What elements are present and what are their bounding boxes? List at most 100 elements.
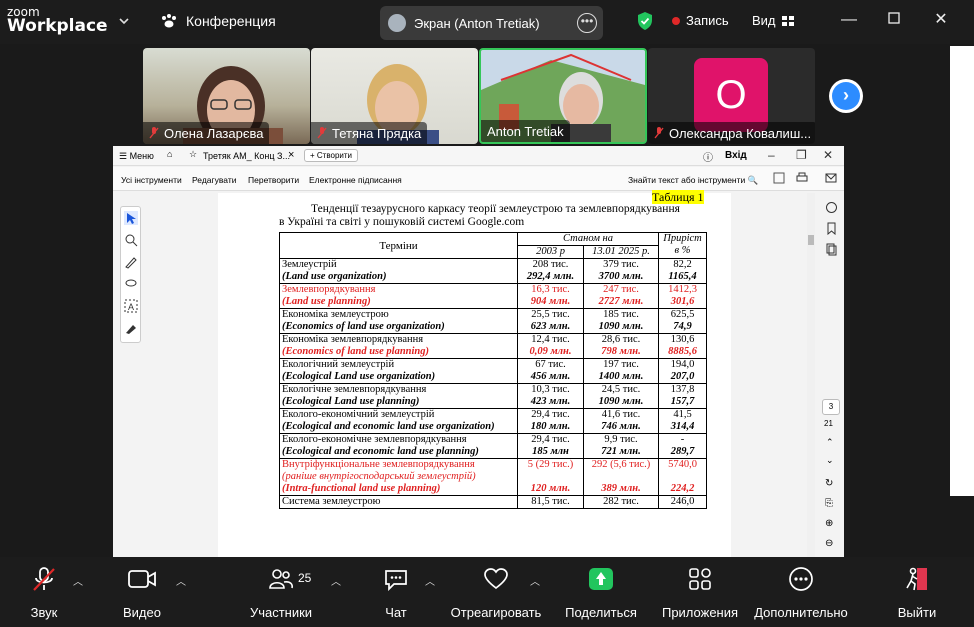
- page-up-icon[interactable]: ⌃: [826, 437, 834, 448]
- value-top: 24,5 тис.: [601, 384, 641, 395]
- login-button[interactable]: Вхід: [725, 150, 747, 161]
- stamp-tool-icon[interactable]: [124, 321, 138, 335]
- participant-tile-active[interactable]: Anton Tretiak: [479, 48, 647, 144]
- share-button[interactable]: Поделиться: [563, 565, 639, 620]
- vertical-scrollbar[interactable]: [807, 193, 815, 557]
- lasso-tool-icon[interactable]: [124, 277, 138, 291]
- page-down-icon[interactable]: ⌄: [826, 455, 834, 466]
- bookmark-icon[interactable]: [825, 222, 838, 235]
- apps-button[interactable]: Приложения: [659, 565, 741, 620]
- shared-screen[interactable]: ☰ Меню ⌂ ☆ Третяк АМ_ Конц З... × + Ство…: [113, 146, 844, 557]
- participant-name-tag: Олександра Ковалиш...: [648, 122, 815, 144]
- next-page-button[interactable]: ›: [829, 79, 863, 113]
- participant-tile[interactable]: Олена Лазарєва: [143, 48, 310, 144]
- zoom-in-icon[interactable]: ⊕: [825, 518, 833, 529]
- find-field[interactable]: Знайти текст або інструменти 🔍: [628, 175, 758, 186]
- chat-button[interactable]: Чат: [378, 565, 414, 620]
- new-tab-button[interactable]: + Створити: [304, 149, 359, 162]
- scroll-thumb[interactable]: [808, 235, 814, 245]
- recording-indicator[interactable]: Запись: [672, 13, 729, 28]
- menu-button[interactable]: ☰ Меню: [119, 151, 154, 162]
- print-icon[interactable]: [796, 172, 808, 184]
- view-menu[interactable]: Вид: [752, 13, 794, 28]
- pages-icon[interactable]: [825, 243, 838, 256]
- conference-menu[interactable]: Конференция: [160, 13, 276, 29]
- zoom-out-icon[interactable]: ⊖: [825, 538, 833, 549]
- heading-line1: Тенденції тезаурусного каркасу теорії зе…: [311, 203, 680, 215]
- video-label: Видео: [123, 605, 161, 620]
- value-bottom: 3700 млн.: [598, 271, 644, 282]
- home-icon[interactable]: ⌂: [167, 149, 172, 159]
- video-button[interactable]: Видео: [117, 565, 167, 620]
- select-tool-icon[interactable]: [124, 211, 138, 225]
- close-tab-icon[interactable]: ×: [288, 149, 294, 161]
- growth-cell: 5740,0 224,2: [658, 458, 707, 496]
- page-number-input[interactable]: 3: [822, 399, 840, 415]
- value-top: 130,6: [670, 334, 695, 345]
- leave-button[interactable]: Выйти: [893, 565, 941, 620]
- table-row: Еколого-економічний землеустрій (Ecologic…: [279, 408, 707, 434]
- growth-cell: 82,2 1165,4: [658, 258, 707, 284]
- chat-options-caret[interactable]: ︿: [425, 573, 435, 588]
- value-bottom: 623 млн.: [530, 321, 571, 332]
- document-tab[interactable]: Третяк АМ_ Конц З...: [203, 151, 290, 161]
- value-top: 5740,0: [668, 459, 697, 470]
- fit-page-icon[interactable]: ⎘: [825, 498, 833, 509]
- audio-button[interactable]: Звук: [22, 565, 66, 620]
- refresh-icon[interactable]: ↻: [825, 478, 833, 489]
- zoom-tool-icon[interactable]: [124, 233, 138, 247]
- react-button[interactable]: Отреагировать: [450, 565, 542, 620]
- more-options-icon[interactable]: •••: [577, 13, 597, 33]
- edit-tab[interactable]: Редагувати: [192, 175, 236, 185]
- term-en: (Ecological and economic land use planni…: [282, 446, 479, 457]
- comment-icon[interactable]: [825, 201, 838, 214]
- term-en: (Ecological Land use planning): [282, 396, 420, 407]
- svg-text:A: A: [128, 302, 134, 312]
- term-cell: Еколого-економічний землеустрій (Ecologic…: [279, 408, 518, 434]
- value-bottom: 798 млн.: [601, 346, 641, 357]
- participants-options-caret[interactable]: ︿: [331, 573, 341, 588]
- value-bottom: 74,9: [673, 321, 692, 332]
- header-year2: 13.01 2025 р.: [583, 245, 659, 259]
- react-options-caret[interactable]: ︿: [530, 573, 540, 588]
- participant-name-tag: Олена Лазарєва: [143, 122, 270, 144]
- more-button[interactable]: Дополнительно: [751, 565, 851, 620]
- table-row: Землеустрій (Land use organization) 208 ти…: [279, 258, 707, 284]
- value-top: 194,0: [670, 359, 695, 370]
- value-top: 29,4 тис.: [531, 434, 570, 445]
- draw-tool-icon[interactable]: [124, 255, 138, 269]
- value-bottom: 456 млн.: [530, 371, 571, 382]
- save-icon[interactable]: [773, 172, 785, 184]
- value-top: 41,6 тис.: [601, 409, 641, 420]
- video-options-caret[interactable]: ︿: [176, 573, 186, 588]
- value-top: 12,4 тис.: [531, 334, 570, 345]
- star-icon[interactable]: ☆: [189, 149, 197, 160]
- chevron-down-icon[interactable]: [117, 14, 131, 28]
- chat-label: Чат: [385, 605, 407, 620]
- table-row: Екологічний землеустрій (Ecological Land …: [279, 358, 707, 384]
- all-tools-tab[interactable]: Усі інструменти: [121, 175, 182, 185]
- audio-options-caret[interactable]: ︿: [73, 573, 83, 588]
- participant-tile[interactable]: Тетяна Прядка: [311, 48, 478, 144]
- chat-icon: [385, 570, 407, 591]
- help-icon[interactable]: ⓘ: [703, 149, 713, 164]
- text-tool-icon[interactable]: A: [124, 299, 138, 313]
- table-row: Землевпорядкування (Land use planning) 16,…: [279, 283, 707, 309]
- minimize-button[interactable]: —: [841, 12, 857, 28]
- shield-check-icon[interactable]: [636, 11, 654, 31]
- restore-icon[interactable]: ❐: [796, 148, 807, 162]
- participants-button[interactable]: 25 Участники: [246, 565, 316, 620]
- participant-tile[interactable]: О Олександра Ковалиш...: [648, 48, 815, 144]
- background-window-edge: [950, 46, 974, 496]
- mail-icon[interactable]: [825, 172, 837, 184]
- growth-cell: 194,0 207,0: [658, 358, 707, 384]
- close-button[interactable]: ✕: [933, 12, 949, 28]
- esign-tab[interactable]: Електронне підписання: [309, 175, 402, 185]
- close-icon[interactable]: ✕: [823, 148, 833, 162]
- maximize-button[interactable]: [886, 12, 902, 28]
- participant-avatar: О: [694, 58, 768, 132]
- value-bottom: 224,2: [670, 483, 695, 494]
- convert-tab[interactable]: Перетворити: [248, 175, 299, 185]
- screen-share-indicator[interactable]: Экран (Anton Tretiak) •••: [380, 6, 603, 40]
- minimize-icon[interactable]: –: [768, 148, 775, 162]
